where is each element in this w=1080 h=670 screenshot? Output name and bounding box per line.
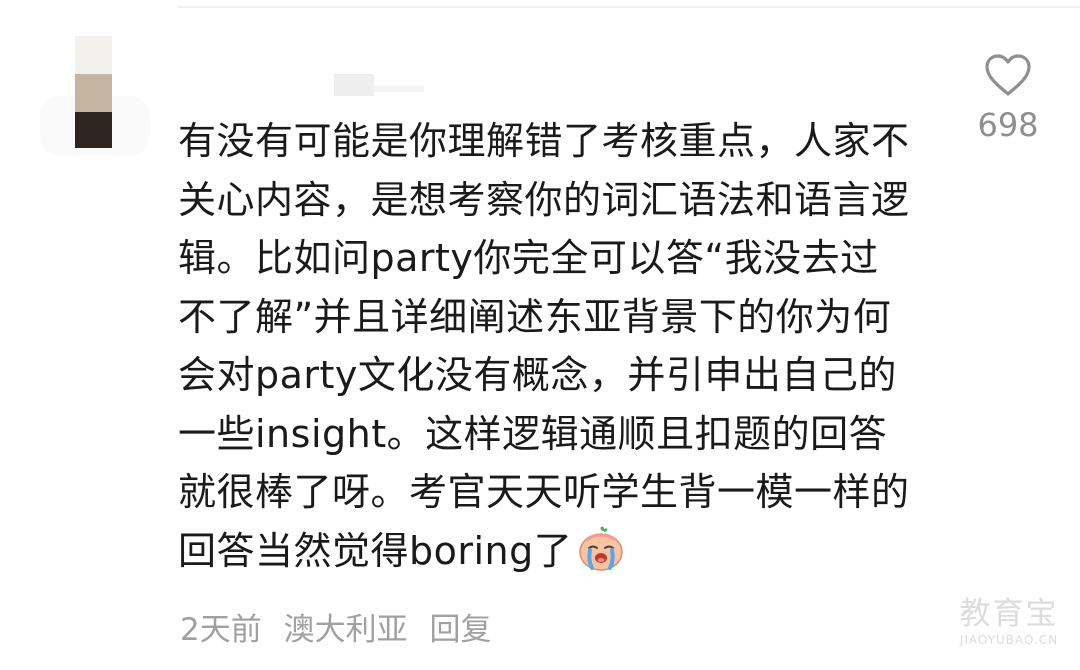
reply-button[interactable]: 回复 bbox=[429, 612, 491, 648]
avatar-segment bbox=[75, 36, 112, 74]
like-count: 698 bbox=[977, 106, 1039, 144]
comment-line: 不了解”并且详细阐述东亚背景下的你为何 bbox=[178, 294, 892, 339]
watermark-url: JIAOYUBAO.CN bbox=[959, 633, 1059, 647]
avatar-segment bbox=[75, 112, 112, 148]
username-blurred[interactable] bbox=[334, 74, 374, 96]
comment-line: 一些insight。这样逻辑通顺且扣题的回答 bbox=[178, 411, 888, 456]
like-button[interactable]: 698 bbox=[975, 54, 1041, 144]
avatar[interactable] bbox=[40, 36, 150, 156]
comment-location: 澳大利亚 bbox=[283, 612, 408, 648]
comment-line: 会对party文化没有概念，并引申出自己的 bbox=[178, 353, 897, 397]
watermark: 教育宝 JIAOYUBAO.CN bbox=[950, 596, 1068, 648]
comment-screen: 有没有可能是你理解错了考核重点，人家不 关心内容，是想考察你的词汇语法和语言逻 … bbox=[0, 0, 1080, 670]
comment-line-last: 回答当然觉得boring了 bbox=[178, 522, 938, 581]
watermark-logo-text: 教育宝 bbox=[959, 596, 1059, 632]
comment-line: 就很棒了呀。考官天天听学生背一模一样的 bbox=[178, 470, 910, 514]
comment-line: 有没有可能是你理解错了考核重点，人家不 bbox=[178, 119, 910, 163]
avatar-segment bbox=[75, 74, 112, 112]
comment-body[interactable]: 有没有可能是你理解错了考核重点，人家不 关心内容，是想考察你的词汇语法和语言逻 … bbox=[178, 112, 938, 580]
comment-line: 关心内容，是想考察你的词汇语法和语言逻 bbox=[178, 177, 910, 222]
comment-meta: 2天前 澳大利亚 回复 bbox=[180, 604, 503, 649]
comment-line-text: 回答当然觉得boring了 bbox=[178, 528, 573, 573]
comment-line: 辑。比如问party你完全可以答“我没去过 bbox=[178, 236, 879, 280]
top-divider bbox=[178, 6, 1080, 8]
username-blurred-tail bbox=[374, 86, 424, 92]
comment-time: 2天前 bbox=[180, 612, 262, 648]
crying-face-emoji-icon bbox=[576, 525, 626, 572]
heart-outline-icon[interactable] bbox=[975, 54, 1041, 98]
